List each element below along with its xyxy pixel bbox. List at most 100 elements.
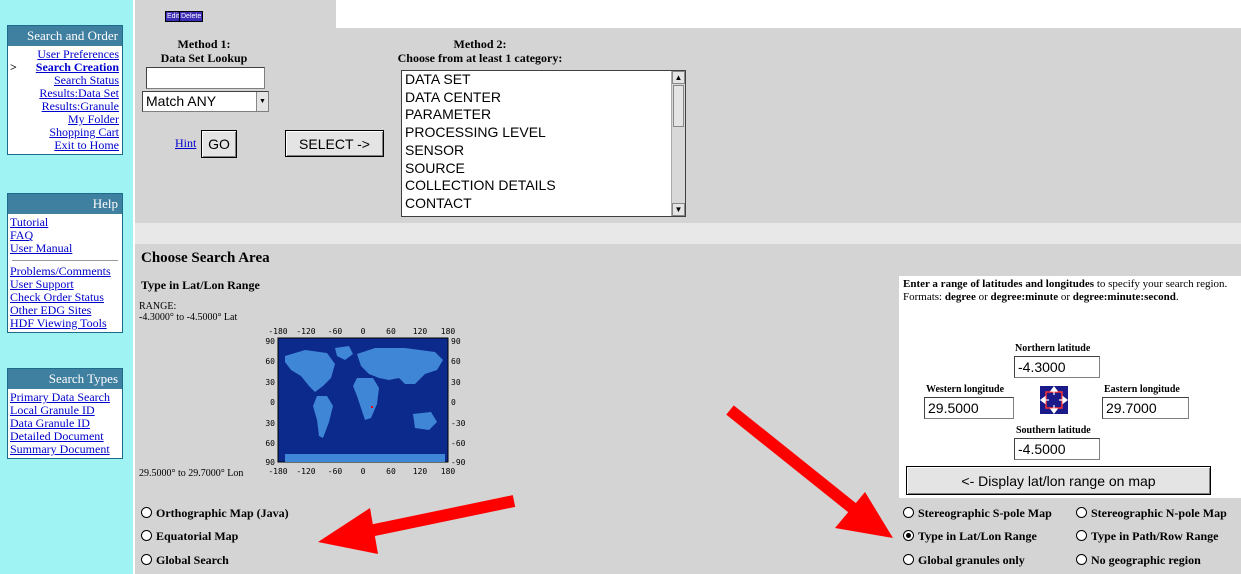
radio-label: Type in Path/Row Range [1091,529,1219,543]
category-option[interactable]: SOURCE [402,160,685,178]
radio-label: Global granules only [918,553,1025,567]
south-latitude-input[interactable]: -4.5000 [1014,438,1100,460]
method1-heading: Method 1: Data Set Lookup [139,37,269,65]
north-latitude-input[interactable]: -4.3000 [1014,356,1100,378]
y-tick-right: 60 [451,357,461,366]
match-select-value: Match ANY [146,93,217,109]
radio-circle[interactable] [141,554,152,565]
instructions-text3: or [1058,291,1073,303]
sidebar-item-user-manual[interactable]: User Manual [8,242,122,255]
category-option[interactable]: COLLECTION DETAILS [402,177,685,195]
radio-circle[interactable] [903,507,914,518]
help-box: Help Tutorial FAQ User Manual Problems/C… [7,193,123,333]
chevron-down-icon[interactable]: ▼ [256,92,268,111]
radio-label: Type in Lat/Lon Range [918,529,1037,543]
west-longitude-input[interactable]: 29.5000 [924,397,1014,419]
radio-stereographic-s-pole[interactable]: Stereographic S-pole Map [903,506,1052,521]
annotation-arrow-left [318,495,516,554]
y-tick-left: 90 [265,337,275,346]
east-longitude-input[interactable]: 29.7000 [1102,397,1189,419]
world-map[interactable]: -180 -120 -60 0 60 120 180 -180 -120 -60… [265,326,485,476]
sidebar-item-search-creation[interactable]: > Search Creation [8,61,122,74]
radio-circle-selected[interactable] [903,530,914,541]
radio-type-latlon-range[interactable]: Type in Lat/Lon Range [903,529,1037,544]
x-tick-top: -60 [328,327,343,336]
search-order-title: Search and Order [8,26,122,46]
east-label: Eastern longitude [1104,384,1180,395]
dataset-lookup-input[interactable] [146,67,265,89]
expand-arrows-icon [1040,386,1068,414]
instructions-bold2: degree [944,291,976,303]
radio-circle[interactable] [1076,530,1087,541]
category-option[interactable]: SENSOR [402,142,685,160]
radio-type-path-row-range[interactable]: Type in Path/Row Range [1076,529,1218,544]
x-tick-top: 60 [386,327,396,336]
select-button[interactable]: SELECT -> [285,130,384,157]
radio-circle[interactable] [141,507,152,518]
radio-orthographic-map[interactable]: Orthographic Map (Java) [141,506,289,521]
help-divider [12,260,118,261]
y-tick-left: 30 [265,378,275,387]
x-tick-top: 0 [361,327,366,336]
radio-no-geographic-region[interactable]: No geographic region [1076,553,1201,568]
category-option[interactable]: CONTACT [402,195,685,213]
sidebar-item-summary-document[interactable]: Summary Document [8,443,122,456]
category-option[interactable]: DATA CENTER [402,89,685,107]
method2-heading: Method 2: Choose from at least 1 categor… [380,37,580,65]
instructions-bold1: Enter a range of latitudes and longitude… [903,278,1095,290]
radio-circle[interactable] [903,554,914,565]
range-readout: RANGE: -4.3000° to -4.5000° Lat [139,301,237,323]
radio-equatorial-map[interactable]: Equatorial Map [141,529,238,544]
search-order-box: Search and Order User Preferences > Sear… [7,25,123,155]
y-tick-right: -60 [451,439,466,448]
lat-range: -4.3000° to -4.5000° Lat [139,312,238,323]
search-area-title: Choose Search Area [141,250,270,266]
x-tick-top: 120 [413,327,428,336]
x-tick-top: -120 [296,327,315,336]
x-tick-bottom: 0 [361,467,366,476]
radio-global-granules-only[interactable]: Global granules only [903,553,1025,568]
category-option[interactable]: PARAMETER [402,106,685,124]
radio-label: No geographic region [1091,553,1201,567]
method2-subtitle: Choose from at least 1 category: [397,51,563,65]
y-tick-right: 0 [451,398,456,407]
instructions-bold4: degree:minute:second [1072,291,1176,303]
current-page-marker: > [10,60,17,74]
west-label: Western longitude [926,384,1005,395]
x-tick-top: -180 [268,327,287,336]
search-types-title: Search Types [8,369,122,389]
method2-title: Method 2: [453,37,507,51]
y-tick-right: -90 [451,458,466,467]
category-option[interactable]: PROCESSING LEVEL [402,124,685,142]
instructions-text2: or [975,291,991,303]
latlon-instructions: Enter a range of latitudes and longitude… [903,278,1233,304]
category-listbox[interactable]: DATA SET DATA CENTER PARAMETER PROCESSIN… [401,70,686,217]
y-tick-left: 0 [270,398,275,407]
display-on-map-button[interactable]: <- Display lat/lon range on map [906,466,1211,495]
radio-stereographic-n-pole[interactable]: Stereographic N-pole Map [1076,506,1227,521]
scroll-up-icon[interactable]: ▲ [672,71,685,84]
radio-circle[interactable] [1076,554,1087,565]
delete-button[interactable]: Delete [179,11,204,22]
annotation-arrow-right [726,405,893,538]
radio-label: Stereographic S-pole Map [918,506,1052,520]
category-option[interactable]: DATA SET [402,71,685,89]
hint-link[interactable]: Hint [175,136,196,151]
listbox-scrollbar[interactable]: ▲ ▼ [671,71,685,216]
sidebar-item-hdf-viewing-tools[interactable]: HDF Viewing Tools [8,317,122,330]
method1-title: Method 1: [177,37,231,51]
scroll-thumb[interactable] [673,85,684,127]
radio-circle[interactable] [1076,507,1087,518]
radio-label: Stereographic N-pole Map [1091,506,1227,520]
sidebar-item-exit-to-home[interactable]: Exit to Home [8,139,122,152]
radio-circle[interactable] [141,530,152,541]
match-select[interactable]: Match ANY ▼ [142,91,269,112]
go-button[interactable]: GO [201,130,237,158]
x-tick-bottom: 60 [386,467,396,476]
scroll-down-icon[interactable]: ▼ [672,203,685,216]
x-tick-bottom: -120 [296,467,315,476]
radio-global-search[interactable]: Global Search [141,553,229,568]
help-title: Help [8,194,122,214]
sidebar-item-search-creation-label[interactable]: Search Creation [36,60,119,74]
south-label: Southern latitude [1016,425,1091,436]
